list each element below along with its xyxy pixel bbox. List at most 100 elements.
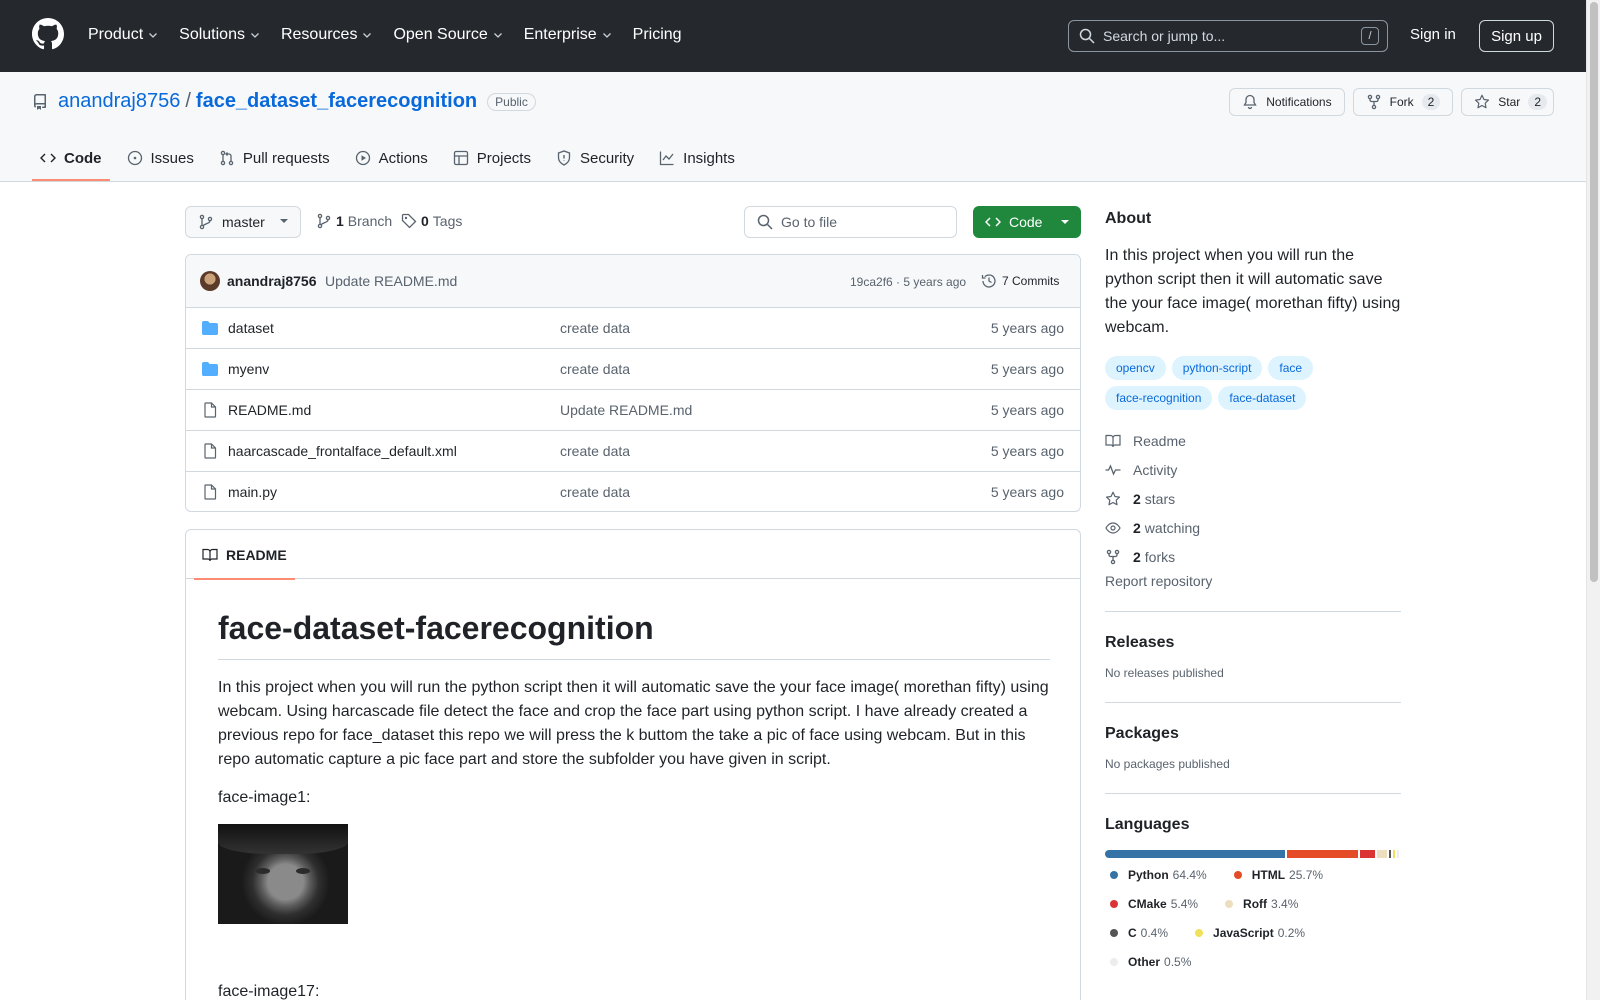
language-percent: 0.2% [1277, 926, 1306, 940]
topic-tag[interactable]: face [1268, 356, 1314, 380]
github-logo-icon[interactable] [32, 18, 64, 50]
file-commit-message[interactable]: create data [560, 361, 630, 377]
commit-message-link[interactable]: Update README.md [325, 273, 457, 289]
file-name-link[interactable]: main.py [228, 484, 277, 500]
commit-author-link[interactable]: anandraj8756 [227, 273, 317, 289]
play-circle-icon [355, 150, 370, 166]
file-name-link[interactable]: README.md [228, 402, 311, 418]
file-commit-message[interactable]: create data [560, 320, 630, 336]
language-color-dot [1233, 871, 1242, 879]
language-item[interactable]: Python 64.4% [1110, 868, 1207, 882]
pull-request-icon [220, 150, 234, 166]
search-icon [1079, 28, 1095, 44]
nav-open-source[interactable]: Open Source [393, 22, 503, 48]
folder-icon [202, 362, 218, 376]
tab-code[interactable]: Code [32, 136, 110, 181]
topic-tag[interactable]: face-recognition [1105, 386, 1213, 410]
scrollbar-thumb[interactable] [1590, 2, 1598, 582]
language-item[interactable]: JavaScript 0.2% [1195, 926, 1305, 940]
language-list: Python 64.4% HTML 25.7% CMake 5.4% Roff 3.4% C 0.… [1105, 868, 1401, 984]
language-color-dot [1110, 958, 1118, 966]
tab-pull-requests[interactable]: Pull requests [211, 136, 338, 180]
readme-tab[interactable]: README [194, 530, 295, 580]
repo-name-link[interactable]: face_dataset_facerecognition [196, 90, 477, 113]
language-bar-segment [1392, 850, 1395, 858]
branches-link[interactable]: 1 Branch [316, 213, 392, 229]
packages-heading[interactable]: Packages [1105, 725, 1401, 743]
repo-title: anandraj8756 / face_dataset_facerecognit… [32, 90, 536, 113]
about-link-label: Readme [1133, 432, 1186, 449]
file-row[interactable]: dataset create data 5 years ago [186, 308, 1080, 349]
file-row[interactable]: haarcascade_frontalface_default.xml creat… [186, 431, 1080, 472]
author-avatar[interactable] [200, 271, 220, 291]
pulse-icon [1105, 463, 1121, 476]
folder-icon [202, 321, 218, 335]
file-name-link[interactable]: haarcascade_frontalface_default.xml [228, 443, 457, 459]
branch-selector[interactable]: master [185, 206, 301, 238]
notifications-button[interactable]: Notifications [1229, 88, 1345, 116]
fork-label: Fork [1389, 95, 1414, 109]
go-to-file-input[interactable]: Go to file [744, 206, 957, 238]
language-item[interactable]: HTML 25.7% [1233, 868, 1323, 882]
file-icon [204, 443, 217, 459]
code-dropdown-button[interactable]: Code [973, 206, 1081, 238]
sign-in-link[interactable]: Sign in [1410, 26, 1456, 43]
language-color-dot [1110, 929, 1118, 937]
language-percent: 3.4% [1271, 897, 1299, 911]
tab-actions[interactable]: Actions [347, 136, 436, 180]
tab-issues-label: Issues [150, 149, 194, 167]
topic-tag[interactable]: opencv [1105, 356, 1166, 380]
nav-solutions[interactable]: Solutions [179, 22, 261, 48]
file-commit-message[interactable]: create data [560, 484, 630, 500]
readme-panel: README face-dataset-facerecognition In t… [185, 529, 1081, 1000]
tab-insights[interactable]: Insights [651, 136, 743, 180]
commits-history-link[interactable]: 7 Commits [981, 273, 1059, 289]
topic-tag[interactable]: face-dataset [1218, 386, 1307, 410]
about-link-stars[interactable]: 2 stars [1105, 484, 1401, 513]
file-row[interactable]: myenv create data 5 years ago [186, 349, 1080, 390]
file-commit-message[interactable]: Update README.md [560, 402, 692, 418]
language-bar [1105, 850, 1401, 858]
language-item[interactable]: C 0.4% [1110, 926, 1168, 940]
nav-resources[interactable]: Resources [281, 22, 373, 48]
tab-code-label: Code [64, 149, 102, 167]
tab-pull-requests-label: Pull requests [242, 149, 330, 167]
file-commit-age: 5 years ago [990, 484, 1064, 500]
tab-projects[interactable]: Projects [445, 136, 539, 180]
language-item[interactable]: Roff 3.4% [1225, 897, 1298, 911]
tab-security[interactable]: Security [548, 136, 642, 180]
nav-enterprise[interactable]: Enterprise [524, 22, 613, 48]
about-link-watching[interactable]: 2 watching [1105, 513, 1401, 542]
about-link-readme[interactable]: Readme [1105, 426, 1401, 455]
tags-link[interactable]: 0 Tags [401, 213, 462, 229]
file-row[interactable]: README.md Update README.md 5 years ago [186, 390, 1080, 431]
nav-pricing[interactable]: Pricing [633, 22, 682, 48]
book-icon [1105, 434, 1121, 447]
file-row[interactable]: main.py create data 5 years ago [186, 472, 1080, 511]
about-link-forks[interactable]: 2 forks [1105, 542, 1401, 571]
file-name-link[interactable]: dataset [228, 320, 274, 336]
file-name-link[interactable]: myenv [228, 361, 269, 377]
nav-product[interactable]: Product [88, 22, 159, 48]
releases-heading[interactable]: Releases [1105, 634, 1401, 652]
star-button[interactable]: Star 2 [1461, 88, 1554, 116]
topic-tag[interactable]: python-script [1171, 356, 1263, 380]
sign-up-button[interactable]: Sign up [1479, 20, 1554, 52]
page-scrollbar[interactable] [1586, 0, 1600, 1000]
report-repository-link[interactable]: Report repository [1105, 573, 1401, 612]
fork-button[interactable]: Fork 2 [1352, 88, 1454, 116]
global-search-input[interactable]: Search or jump to... / [1068, 20, 1388, 52]
commit-hash-age[interactable]: 19ca2f6 · 5 years ago [850, 275, 966, 289]
code-icon [40, 153, 56, 163]
about-link-activity[interactable]: Activity [1105, 455, 1401, 484]
language-item[interactable]: Other 0.5% [1110, 955, 1191, 969]
file-icon [204, 402, 217, 418]
releases-section: Releases No releases published [1105, 612, 1401, 703]
tag-label: Tags [432, 213, 463, 229]
repo-owner-link[interactable]: anandraj8756 [58, 90, 180, 113]
tab-issues[interactable]: Issues [119, 136, 202, 180]
visibility-badge: Public [487, 92, 536, 111]
file-commit-message[interactable]: create data [560, 443, 630, 459]
language-percent: 5.4% [1170, 897, 1199, 911]
language-item[interactable]: CMake 5.4% [1110, 897, 1198, 911]
